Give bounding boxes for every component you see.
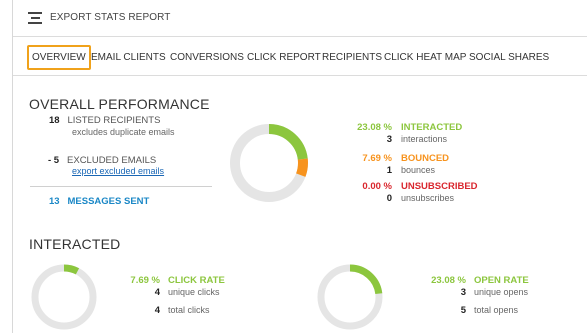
unique-clicks-label: unique clicks bbox=[168, 287, 220, 297]
overall-performance-donut bbox=[230, 124, 308, 202]
unique-opens-count: 3 bbox=[460, 287, 466, 298]
tab-click-report[interactable]: CLICK REPORT bbox=[247, 45, 321, 70]
click-rate-pct: 7.69 % bbox=[130, 275, 160, 286]
interacted-heading: INTERACTED bbox=[29, 236, 121, 252]
messages-sent-count: 13 bbox=[49, 196, 60, 207]
excluded-emails-label: EXCLUDED EMAILS bbox=[67, 155, 157, 166]
report-header: EXPORT STATS REPORT bbox=[13, 0, 587, 37]
messages-sent-stat: 13 MESSAGES SENT bbox=[49, 196, 149, 207]
click-rate-pct-wrap: 7.69 % bbox=[102, 275, 160, 286]
tab-email-clients[interactable]: EMAIL CLIENTS bbox=[91, 45, 166, 70]
tab-recipients[interactable]: RECIPIENTS bbox=[322, 45, 382, 70]
report-icon bbox=[28, 12, 42, 24]
open-rate-pct: 23.08 % bbox=[431, 275, 466, 286]
listed-recipients-count: 18 bbox=[49, 115, 60, 126]
open-rate-pct-wrap: 23.08 % bbox=[406, 275, 466, 286]
total-opens-count: 5 bbox=[460, 305, 466, 316]
bounced-unit: bounces bbox=[401, 165, 436, 175]
click-rate-donut-track bbox=[31, 264, 97, 330]
interacted-unit: interactions bbox=[401, 134, 448, 144]
click-rate-donut bbox=[31, 264, 97, 330]
listed-recipients-stat: 18 LISTED RECIPIENTS bbox=[49, 115, 160, 126]
tab-overview[interactable]: OVERVIEW bbox=[27, 45, 91, 70]
tab-click-heat-map[interactable]: CLICK HEAT MAP bbox=[384, 45, 466, 70]
excluded-emails-link-wrap: export excluded emails bbox=[72, 166, 164, 177]
interacted-label: INTERACTED bbox=[401, 122, 463, 133]
unique-clicks-count: 4 bbox=[154, 287, 160, 298]
unsubscribed-label: UNSUBSCRIBED bbox=[401, 181, 478, 192]
interacted-pct-wrap: 23.08 % bbox=[324, 122, 392, 133]
interacted-count: 3 bbox=[386, 134, 392, 145]
tab-social-shares[interactable]: SOCIAL SHARES bbox=[469, 45, 549, 70]
unsubscribed-count: 0 bbox=[386, 193, 392, 204]
interacted-pct: 23.08 % bbox=[357, 122, 392, 133]
export-excluded-emails-link[interactable]: export excluded emails bbox=[72, 166, 164, 176]
unsubscribed-pct: 0.00 % bbox=[362, 181, 392, 192]
listed-recipients-label: LISTED RECIPIENTS bbox=[67, 115, 161, 126]
bounced-pct: 7.69 % bbox=[362, 153, 392, 164]
unique-opens-label: unique opens bbox=[474, 287, 529, 297]
total-opens-label: total opens bbox=[474, 305, 519, 315]
unsubscribed-pct-wrap: 0.00 % bbox=[324, 181, 392, 192]
overall-performance-heading: OVERALL PERFORMANCE bbox=[29, 96, 210, 112]
open-rate-label: OPEN RATE bbox=[474, 275, 529, 286]
tab-bar: OVERVIEW EMAIL CLIENTS CONVERSIONS CLICK… bbox=[13, 38, 587, 76]
bounced-pct-wrap: 7.69 % bbox=[324, 153, 392, 164]
report-panel: EXPORT STATS REPORT OVERVIEW EMAIL CLIEN… bbox=[12, 0, 587, 333]
bounced-count: 1 bbox=[386, 165, 392, 176]
click-rate-label: CLICK RATE bbox=[168, 275, 225, 286]
total-clicks-label: total clicks bbox=[168, 305, 210, 315]
total-clicks-count: 4 bbox=[154, 305, 160, 316]
report-title: EXPORT STATS REPORT bbox=[50, 12, 171, 23]
listed-recipients-sub: excludes duplicate emails bbox=[72, 127, 175, 137]
excluded-emails-count: - 5 bbox=[48, 155, 60, 166]
excluded-emails-stat: - 5 EXCLUDED EMAILS bbox=[48, 155, 156, 166]
divider bbox=[30, 186, 212, 187]
open-rate-donut bbox=[317, 264, 383, 330]
unsubscribed-unit: unsubscribes bbox=[401, 193, 455, 203]
bounced-label: BOUNCED bbox=[401, 153, 450, 164]
messages-sent-label: MESSAGES SENT bbox=[67, 196, 150, 207]
tab-conversions[interactable]: CONVERSIONS bbox=[170, 45, 244, 70]
